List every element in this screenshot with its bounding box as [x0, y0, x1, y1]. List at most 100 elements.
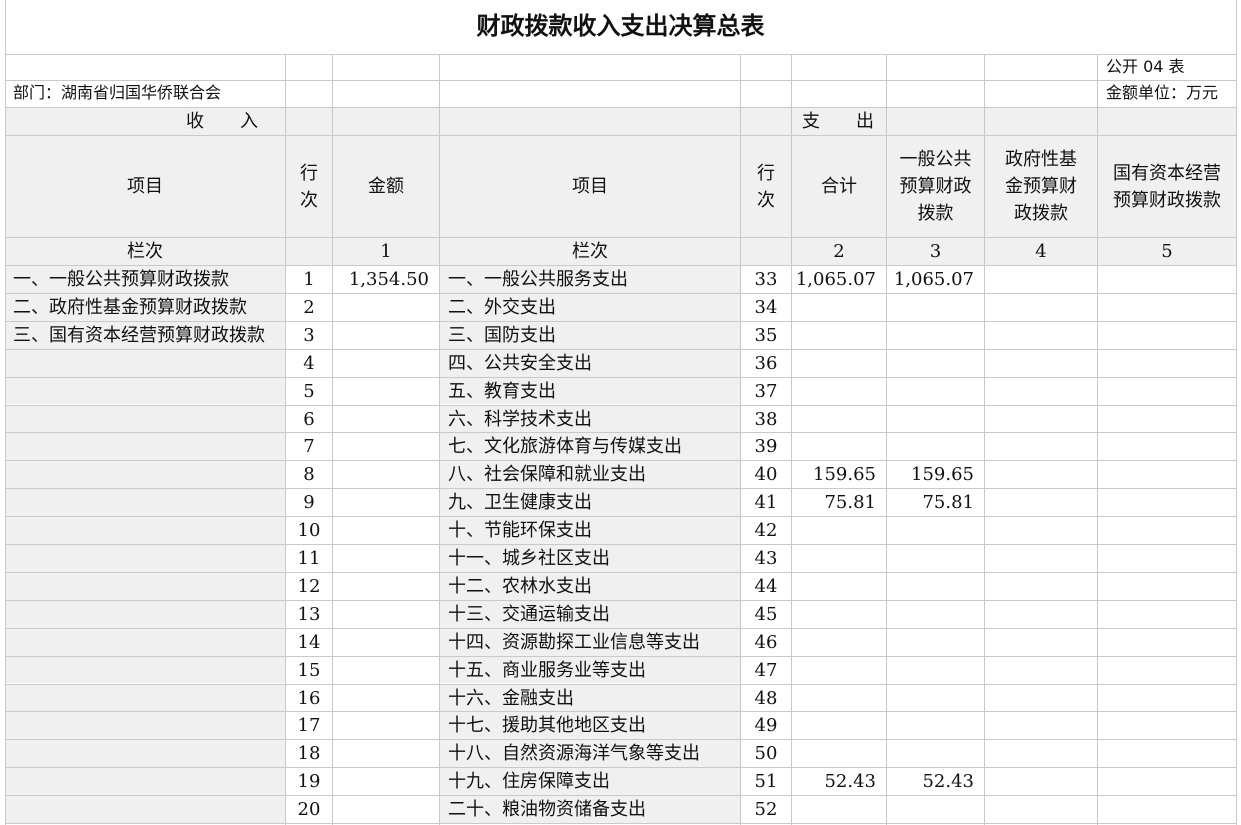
general-budget-cell: [887, 517, 984, 544]
general-budget-cell: [887, 573, 984, 600]
state-capital-cell: [1098, 768, 1236, 795]
grid-horizontal-line: [5, 405, 1236, 406]
gov-fund-cell: [985, 461, 1097, 488]
expense-item-cell: 十八、自然资源海洋气象等支出: [440, 740, 740, 768]
grid-vertical-line: [439, 54, 440, 825]
total-cell: [792, 294, 886, 321]
income-amount-cell: [333, 796, 439, 823]
report-title: 财政拨款收入支出决算总表: [476, 12, 765, 40]
total-cell: [792, 350, 886, 377]
income-item-cell: [5, 572, 285, 600]
unit-label: 金额单位：万元: [1106, 83, 1219, 102]
grid-vertical-line: [1097, 54, 1098, 825]
income-row-no-cell: 15: [297, 659, 321, 681]
income-row-no-cell: 2: [303, 296, 315, 318]
income-amount-cell: [333, 433, 439, 460]
income-item-cell: [5, 712, 285, 740]
income-amount-cell: [333, 350, 439, 377]
income-item-cell: 二、政府性基金预算财政拨款: [5, 293, 285, 321]
total-cell: [792, 796, 886, 823]
total-cell: [792, 740, 886, 767]
income-row-no-cell: 13: [297, 603, 321, 625]
general-budget-cell: [887, 712, 984, 739]
expense-item-cell: 十六、金融支出: [440, 684, 740, 712]
expense-item-cell: 一、一般公共服务支出: [440, 266, 740, 293]
general-budget-cell: [887, 796, 984, 823]
expense-row-no-cell: 47: [754, 659, 778, 681]
grid-vertical-line: [5, 0, 6, 825]
grid-horizontal-line: [5, 628, 1236, 629]
expense-row-no-cell: 43: [754, 548, 778, 569]
expense-row-no-cell: 37: [754, 380, 778, 402]
total-cell: [792, 322, 886, 349]
income-item-cell: [5, 600, 285, 628]
state-capital-cell: [1098, 657, 1236, 684]
total-cell: [792, 573, 886, 600]
gov-fund-cell: [985, 489, 1097, 516]
expense-row-no-cell: 49: [754, 715, 778, 737]
expense-row-no-cell: 48: [754, 687, 778, 709]
index-income-row-no: [286, 238, 332, 265]
header-income-item: 项目: [5, 136, 285, 237]
expense-item-cell: 二十、粮油物资储备支出: [440, 796, 740, 823]
expense-row-no-cell: 40: [754, 464, 778, 486]
gov-fund-cell: [985, 322, 1097, 349]
income-amount-cell: [333, 461, 439, 488]
expense-row-no-cell: 44: [754, 575, 778, 597]
gov-fund-cell: [985, 712, 1097, 739]
grid-horizontal-line: [5, 767, 1236, 768]
grid-vertical-line: [332, 54, 333, 825]
total-cell: [792, 406, 886, 433]
grid-horizontal-line: [5, 293, 1236, 294]
grid-horizontal-line: [5, 107, 1236, 108]
general-budget-cell: 52.43: [922, 771, 974, 793]
state-capital-cell: [1098, 350, 1236, 377]
grid-vertical-line: [1236, 0, 1237, 825]
grid-horizontal-line: [5, 349, 1236, 350]
index-expense-row-no: [741, 238, 791, 265]
income-item-cell: 三、国有资本经营预算财政拨款: [5, 321, 285, 349]
income-item-cell: [5, 628, 285, 656]
state-capital-cell: [1098, 461, 1236, 488]
income-amount-cell: [333, 378, 439, 405]
expense-row-no-cell: 35: [754, 324, 778, 346]
income-item-cell: [5, 740, 285, 768]
department-label: 部门：湖南省归国华侨联合会: [13, 83, 222, 102]
header-income-row-no: 行次: [286, 136, 332, 237]
expense-row-no-cell: 33: [754, 269, 778, 290]
income-row-no-cell: 12: [297, 575, 321, 597]
state-capital-cell: [1098, 517, 1236, 544]
gov-fund-cell: [985, 657, 1097, 684]
expense-item-cell: 四、公共安全支出: [440, 349, 740, 377]
income-row-no-cell: 9: [303, 492, 315, 514]
general-budget-cell: [887, 406, 984, 433]
income-item-cell: [5, 461, 285, 489]
gov-fund-cell: [985, 796, 1097, 823]
grid-horizontal-line: [5, 237, 1236, 238]
index-expense-label: 栏次: [440, 238, 740, 265]
expense-item-cell: 十四、资源勘探工业信息等支出: [440, 628, 740, 656]
expense-item-cell: 十七、援助其他地区支出: [440, 712, 740, 740]
grid-horizontal-line: [5, 265, 1236, 266]
state-capital-cell: [1098, 712, 1236, 739]
general-budget-cell: [887, 545, 984, 572]
expense-item-cell: 八、社会保障和就业支出: [440, 461, 740, 489]
gov-fund-cell: [985, 294, 1097, 321]
total-cell: 1,065.07: [795, 269, 876, 290]
grid-horizontal-line: [5, 544, 1236, 545]
income-item-cell: [5, 768, 285, 796]
general-budget-cell: [887, 601, 984, 628]
income-item-cell: [5, 796, 285, 823]
grid-horizontal-line: [5, 460, 1236, 461]
state-capital-cell: [1098, 433, 1236, 460]
grid-horizontal-line: [5, 432, 1236, 433]
income-amount-cell: [333, 657, 439, 684]
general-budget-cell: 159.65: [911, 464, 974, 486]
income-row-no-cell: 18: [297, 743, 321, 765]
state-capital-cell: [1098, 545, 1236, 572]
gov-fund-cell: [985, 545, 1097, 572]
index-general-budget: 3: [887, 238, 984, 265]
grid-horizontal-line: [5, 739, 1236, 740]
income-item-cell: 一、一般公共预算财政拨款: [5, 266, 285, 293]
income-item-cell: [5, 489, 285, 517]
